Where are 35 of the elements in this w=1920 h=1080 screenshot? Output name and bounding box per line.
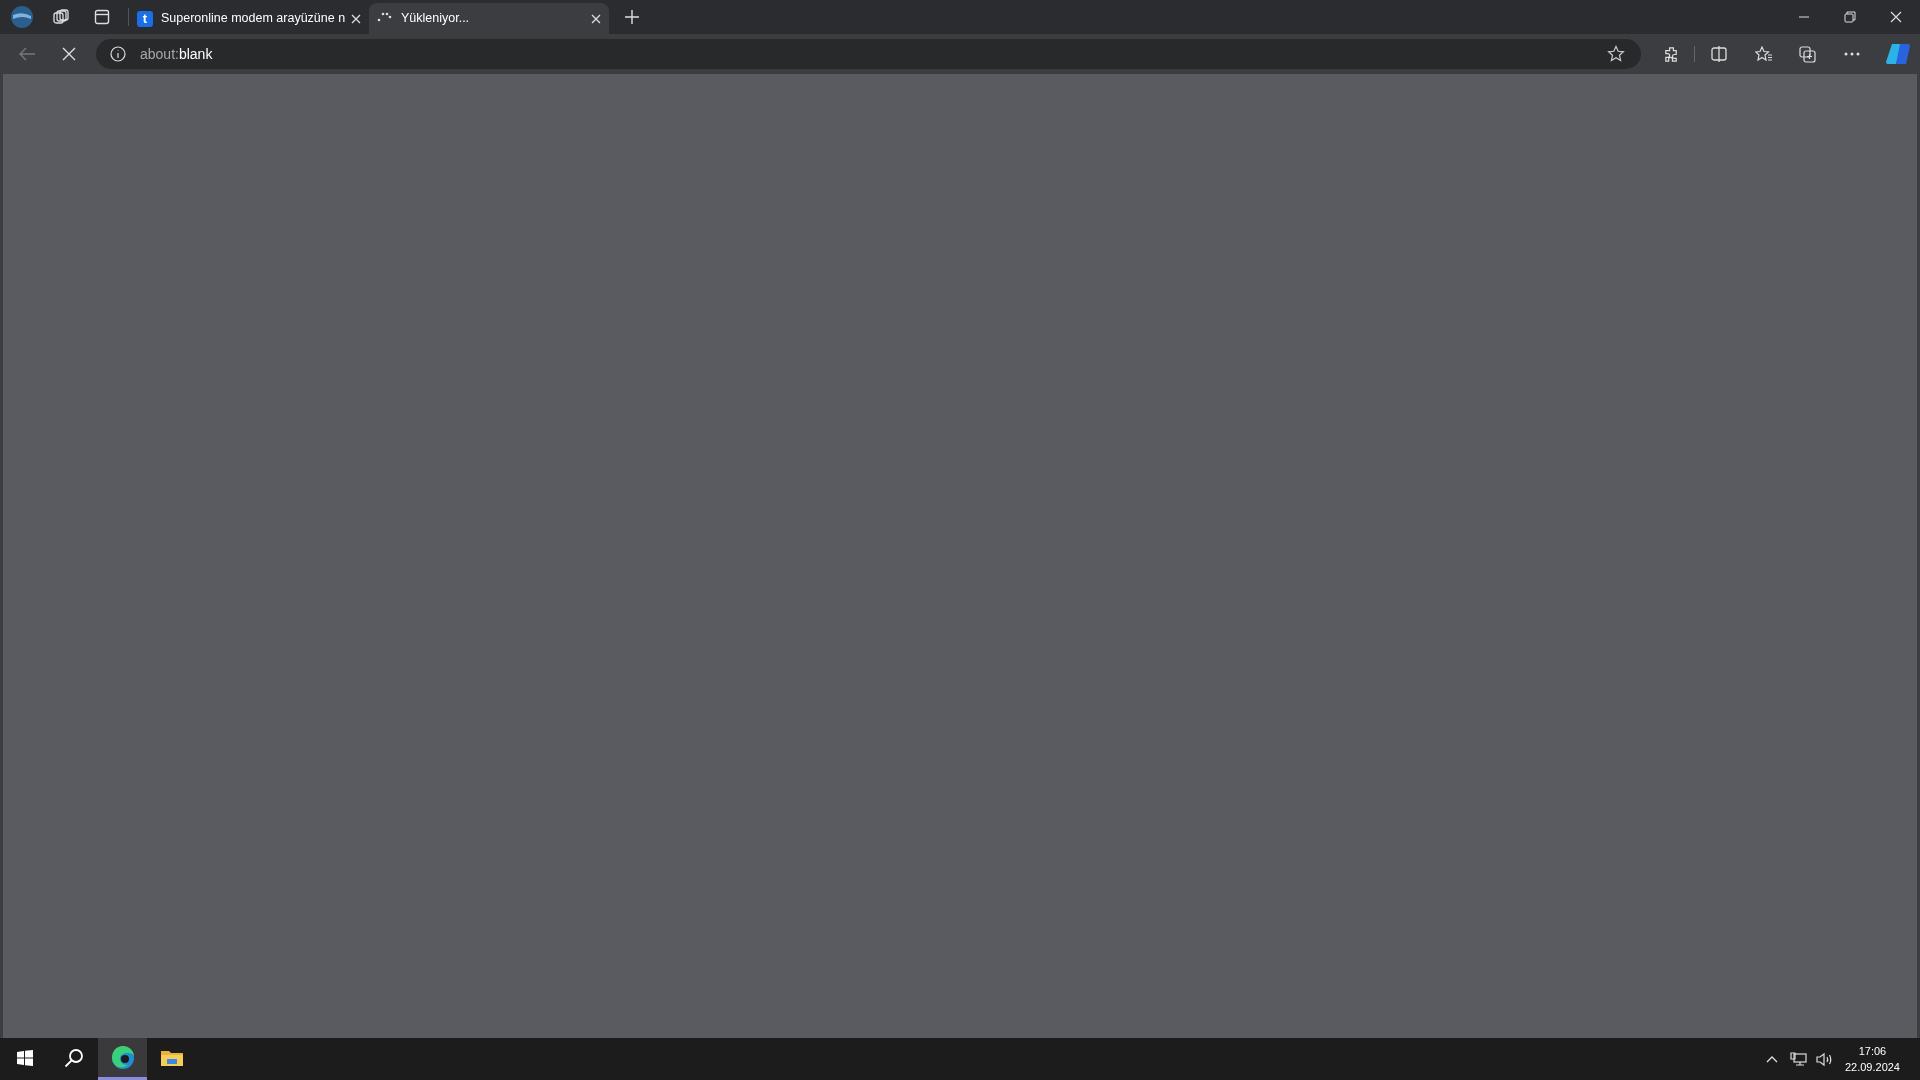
split-screen-icon[interactable] [1711, 46, 1727, 62]
more-icon[interactable] [1844, 52, 1860, 56]
restore-icon[interactable] [1844, 11, 1856, 23]
tab-actions-icon[interactable] [94, 9, 110, 25]
stop-icon[interactable] [62, 47, 76, 61]
close-icon[interactable] [1890, 11, 1902, 23]
profile-icon[interactable] [10, 5, 34, 29]
info-icon [110, 46, 126, 62]
folder-icon [160, 1048, 183, 1067]
workspaces-icon[interactable] [52, 8, 70, 26]
favorite-star-icon[interactable] [1607, 45, 1625, 63]
site-favicon: t [137, 10, 153, 27]
url-path: blank [178, 44, 213, 64]
close-tab-icon[interactable] [591, 13, 601, 24]
url-scheme: about: [140, 44, 179, 64]
extensions-icon[interactable] [1663, 45, 1680, 63]
collections-icon[interactable] [1799, 45, 1816, 63]
chevron-up-icon[interactable] [1765, 1055, 1778, 1063]
address-bar[interactable]: about:blank [96, 39, 1641, 69]
clock-date[interactable]: 22.09.2024 [1844, 1059, 1900, 1075]
new-tab-icon[interactable] [625, 10, 639, 24]
browser-tab[interactable]: Yükleniyor... [369, 3, 609, 34]
search-icon [63, 1047, 84, 1068]
tab-title: Superonline modem arayüzüne n [161, 10, 345, 28]
network-icon[interactable] [1789, 1051, 1807, 1067]
speaker-icon[interactable] [1815, 1051, 1833, 1067]
browser-tab[interactable]: t Superonline modem arayüzüne n [129, 3, 369, 34]
browser-logo-icon [110, 1045, 135, 1070]
favorites-icon[interactable] [1755, 46, 1773, 62]
copilot-icon[interactable] [1886, 42, 1912, 66]
close-tab-icon[interactable] [351, 13, 361, 24]
clock-time[interactable]: 17:06 [1858, 1043, 1887, 1059]
taskbar-button[interactable] [98, 1038, 147, 1080]
tab-title: Yükleniyor... [401, 10, 471, 28]
start-icon [16, 1049, 33, 1066]
